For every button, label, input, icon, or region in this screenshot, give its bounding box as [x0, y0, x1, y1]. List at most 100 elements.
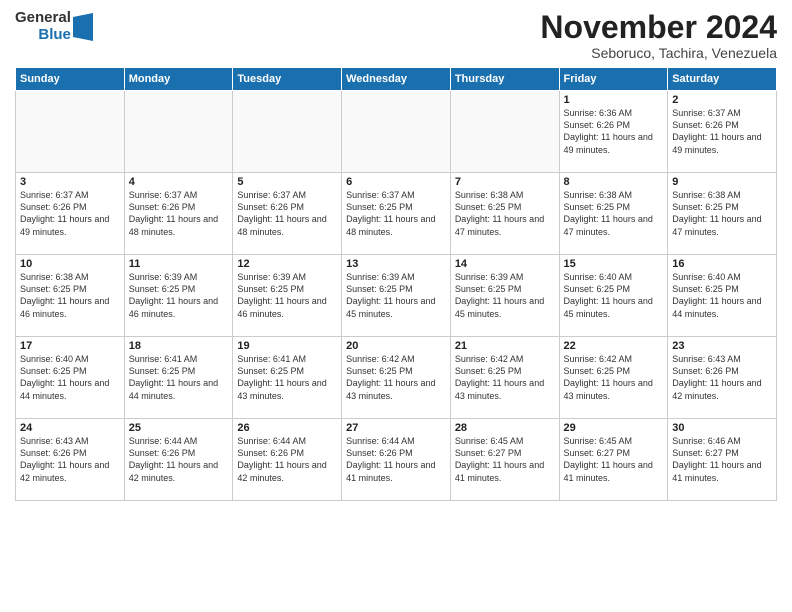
day-cell: 14Sunrise: 6:39 AM Sunset: 6:25 PM Dayli…: [450, 255, 559, 337]
logo: General Blue: [15, 10, 93, 43]
day-cell: 7Sunrise: 6:38 AM Sunset: 6:25 PM Daylig…: [450, 173, 559, 255]
day-number: 22: [564, 340, 664, 352]
day-cell: 24Sunrise: 6:43 AM Sunset: 6:26 PM Dayli…: [16, 419, 125, 501]
week-row-4: 24Sunrise: 6:43 AM Sunset: 6:26 PM Dayli…: [16, 419, 777, 501]
day-cell: [342, 91, 451, 173]
day-number: 8: [564, 176, 664, 188]
day-number: 19: [237, 340, 337, 352]
day-number: 12: [237, 258, 337, 270]
col-wednesday: Wednesday: [342, 68, 451, 91]
col-saturday: Saturday: [668, 68, 777, 91]
day-number: 28: [455, 422, 555, 434]
day-cell: 5Sunrise: 6:37 AM Sunset: 6:26 PM Daylig…: [233, 173, 342, 255]
day-info: Sunrise: 6:41 AM Sunset: 6:25 PM Dayligh…: [129, 353, 229, 402]
day-number: 18: [129, 340, 229, 352]
day-cell: [450, 91, 559, 173]
day-cell: 2Sunrise: 6:37 AM Sunset: 6:26 PM Daylig…: [668, 91, 777, 173]
day-info: Sunrise: 6:37 AM Sunset: 6:25 PM Dayligh…: [346, 189, 446, 238]
day-number: 16: [672, 258, 772, 270]
day-info: Sunrise: 6:45 AM Sunset: 6:27 PM Dayligh…: [564, 435, 664, 484]
day-cell: 27Sunrise: 6:44 AM Sunset: 6:26 PM Dayli…: [342, 419, 451, 501]
day-number: 6: [346, 176, 446, 188]
day-info: Sunrise: 6:37 AM Sunset: 6:26 PM Dayligh…: [672, 107, 772, 156]
day-cell: 21Sunrise: 6:42 AM Sunset: 6:25 PM Dayli…: [450, 337, 559, 419]
day-number: 2: [672, 94, 772, 106]
day-number: 17: [20, 340, 120, 352]
day-info: Sunrise: 6:38 AM Sunset: 6:25 PM Dayligh…: [564, 189, 664, 238]
day-info: Sunrise: 6:42 AM Sunset: 6:25 PM Dayligh…: [455, 353, 555, 402]
day-cell: 15Sunrise: 6:40 AM Sunset: 6:25 PM Dayli…: [559, 255, 668, 337]
day-cell: 3Sunrise: 6:37 AM Sunset: 6:26 PM Daylig…: [16, 173, 125, 255]
week-row-2: 10Sunrise: 6:38 AM Sunset: 6:25 PM Dayli…: [16, 255, 777, 337]
day-number: 7: [455, 176, 555, 188]
logo-triangle-icon: [73, 13, 93, 41]
day-info: Sunrise: 6:43 AM Sunset: 6:26 PM Dayligh…: [20, 435, 120, 484]
header: General Blue November 2024 Seboruco, Tac…: [15, 10, 777, 61]
col-thursday: Thursday: [450, 68, 559, 91]
day-info: Sunrise: 6:45 AM Sunset: 6:27 PM Dayligh…: [455, 435, 555, 484]
day-info: Sunrise: 6:38 AM Sunset: 6:25 PM Dayligh…: [455, 189, 555, 238]
week-row-1: 3Sunrise: 6:37 AM Sunset: 6:26 PM Daylig…: [16, 173, 777, 255]
day-number: 14: [455, 258, 555, 270]
day-cell: 10Sunrise: 6:38 AM Sunset: 6:25 PM Dayli…: [16, 255, 125, 337]
day-number: 20: [346, 340, 446, 352]
day-info: Sunrise: 6:40 AM Sunset: 6:25 PM Dayligh…: [20, 353, 120, 402]
day-info: Sunrise: 6:36 AM Sunset: 6:26 PM Dayligh…: [564, 107, 664, 156]
day-info: Sunrise: 6:38 AM Sunset: 6:25 PM Dayligh…: [20, 271, 120, 320]
day-info: Sunrise: 6:40 AM Sunset: 6:25 PM Dayligh…: [672, 271, 772, 320]
day-info: Sunrise: 6:42 AM Sunset: 6:25 PM Dayligh…: [564, 353, 664, 402]
day-number: 29: [564, 422, 664, 434]
day-cell: 19Sunrise: 6:41 AM Sunset: 6:25 PM Dayli…: [233, 337, 342, 419]
day-number: 27: [346, 422, 446, 434]
month-title: November 2024: [540, 10, 777, 45]
day-number: 15: [564, 258, 664, 270]
day-info: Sunrise: 6:39 AM Sunset: 6:25 PM Dayligh…: [346, 271, 446, 320]
logo-blue: Blue: [38, 27, 71, 44]
day-cell: 30Sunrise: 6:46 AM Sunset: 6:27 PM Dayli…: [668, 419, 777, 501]
day-cell: [124, 91, 233, 173]
day-cell: 22Sunrise: 6:42 AM Sunset: 6:25 PM Dayli…: [559, 337, 668, 419]
day-info: Sunrise: 6:46 AM Sunset: 6:27 PM Dayligh…: [672, 435, 772, 484]
day-cell: 25Sunrise: 6:44 AM Sunset: 6:26 PM Dayli…: [124, 419, 233, 501]
day-cell: 4Sunrise: 6:37 AM Sunset: 6:26 PM Daylig…: [124, 173, 233, 255]
day-number: 3: [20, 176, 120, 188]
calendar: Sunday Monday Tuesday Wednesday Thursday…: [15, 67, 777, 501]
day-cell: 18Sunrise: 6:41 AM Sunset: 6:25 PM Dayli…: [124, 337, 233, 419]
day-number: 24: [20, 422, 120, 434]
day-number: 13: [346, 258, 446, 270]
week-row-3: 17Sunrise: 6:40 AM Sunset: 6:25 PM Dayli…: [16, 337, 777, 419]
day-info: Sunrise: 6:39 AM Sunset: 6:25 PM Dayligh…: [237, 271, 337, 320]
day-cell: 6Sunrise: 6:37 AM Sunset: 6:25 PM Daylig…: [342, 173, 451, 255]
day-info: Sunrise: 6:44 AM Sunset: 6:26 PM Dayligh…: [346, 435, 446, 484]
day-cell: 29Sunrise: 6:45 AM Sunset: 6:27 PM Dayli…: [559, 419, 668, 501]
day-info: Sunrise: 6:37 AM Sunset: 6:26 PM Dayligh…: [20, 189, 120, 238]
col-monday: Monday: [124, 68, 233, 91]
logo-general: General: [15, 10, 71, 27]
col-tuesday: Tuesday: [233, 68, 342, 91]
day-info: Sunrise: 6:37 AM Sunset: 6:26 PM Dayligh…: [129, 189, 229, 238]
day-cell: 13Sunrise: 6:39 AM Sunset: 6:25 PM Dayli…: [342, 255, 451, 337]
col-friday: Friday: [559, 68, 668, 91]
day-info: Sunrise: 6:44 AM Sunset: 6:26 PM Dayligh…: [129, 435, 229, 484]
day-number: 30: [672, 422, 772, 434]
day-info: Sunrise: 6:40 AM Sunset: 6:25 PM Dayligh…: [564, 271, 664, 320]
header-row: Sunday Monday Tuesday Wednesday Thursday…: [16, 68, 777, 91]
day-number: 4: [129, 176, 229, 188]
day-number: 11: [129, 258, 229, 270]
day-info: Sunrise: 6:39 AM Sunset: 6:25 PM Dayligh…: [455, 271, 555, 320]
day-cell: 8Sunrise: 6:38 AM Sunset: 6:25 PM Daylig…: [559, 173, 668, 255]
day-cell: 28Sunrise: 6:45 AM Sunset: 6:27 PM Dayli…: [450, 419, 559, 501]
day-info: Sunrise: 6:38 AM Sunset: 6:25 PM Dayligh…: [672, 189, 772, 238]
day-number: 9: [672, 176, 772, 188]
day-number: 25: [129, 422, 229, 434]
day-cell: 23Sunrise: 6:43 AM Sunset: 6:26 PM Dayli…: [668, 337, 777, 419]
day-cell: 16Sunrise: 6:40 AM Sunset: 6:25 PM Dayli…: [668, 255, 777, 337]
day-cell: 26Sunrise: 6:44 AM Sunset: 6:26 PM Dayli…: [233, 419, 342, 501]
day-info: Sunrise: 6:44 AM Sunset: 6:26 PM Dayligh…: [237, 435, 337, 484]
day-info: Sunrise: 6:37 AM Sunset: 6:26 PM Dayligh…: [237, 189, 337, 238]
day-cell: 1Sunrise: 6:36 AM Sunset: 6:26 PM Daylig…: [559, 91, 668, 173]
day-number: 5: [237, 176, 337, 188]
page: General Blue November 2024 Seboruco, Tac…: [0, 0, 792, 612]
day-number: 23: [672, 340, 772, 352]
week-row-0: 1Sunrise: 6:36 AM Sunset: 6:26 PM Daylig…: [16, 91, 777, 173]
